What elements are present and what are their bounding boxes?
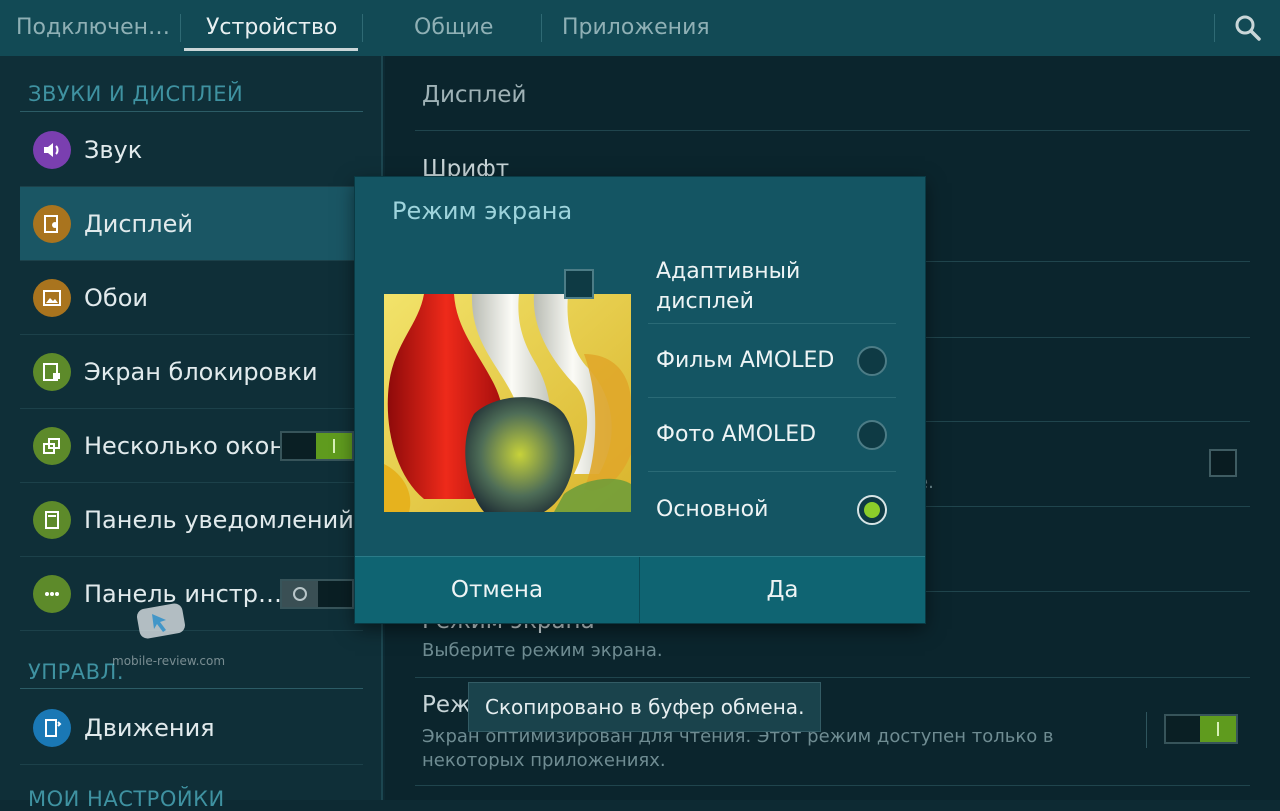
toggle-divider xyxy=(1146,712,1147,748)
row-divider xyxy=(415,785,1250,786)
section-header-sound-display: ЗВУКИ И ДИСПЛЕЙ xyxy=(28,82,244,106)
tab-general[interactable]: Общие xyxy=(414,0,493,56)
sidebar-item-label: Обои xyxy=(84,284,148,312)
option-label: дисплей xyxy=(656,289,754,314)
adaptive-display-checkbox[interactable] xyxy=(564,269,594,299)
row-divider xyxy=(415,677,1250,678)
toast-message: Скопировано в буфер обмена. xyxy=(468,682,822,732)
toolbox-toggle[interactable] xyxy=(280,579,354,609)
toggle-knob xyxy=(1200,716,1236,742)
option-label: Основной xyxy=(656,497,769,522)
section-header-my-settings: МОИ НАСТРОЙКИ xyxy=(28,787,225,811)
film-amoled-radio[interactable] xyxy=(857,346,887,376)
content-header-display: Дисплей xyxy=(422,82,527,108)
sidebar-item-wallpaper[interactable]: Обои xyxy=(20,261,363,335)
tab-connections[interactable]: Подключен… xyxy=(16,0,170,56)
option-basic[interactable]: Основной xyxy=(648,473,896,547)
ok-button[interactable]: Да xyxy=(640,557,925,623)
sidebar-item-label: Экран блокировки xyxy=(84,358,318,386)
sidebar-item-display[interactable]: Дисплей xyxy=(20,187,363,261)
option-adaptive-display[interactable]: Адаптивный дисплей xyxy=(648,249,896,324)
top-tab-bar: Подключен… Устройство Общие Приложения xyxy=(0,0,1280,56)
basic-radio[interactable] xyxy=(857,495,887,525)
toggle-knob xyxy=(316,433,352,459)
notification-panel-icon xyxy=(33,501,71,539)
search-icon xyxy=(1235,15,1261,41)
reading-mode-subtitle-line2: некоторых приложениях. xyxy=(422,750,666,771)
sidebar-item-sound[interactable]: Звук xyxy=(20,113,363,187)
section-divider xyxy=(20,688,363,689)
setting-checkbox[interactable] xyxy=(1209,449,1237,477)
option-photo-amoled[interactable]: Фото AMOLED xyxy=(648,398,896,472)
settings-sidebar: ЗВУКИ И ДИСПЛЕЙ Звук Дисплей Обои Экран … xyxy=(0,56,383,811)
search-button[interactable] xyxy=(1232,12,1264,44)
sidebar-item-label: Звук xyxy=(84,136,143,164)
sidebar-item-notification-panel[interactable]: Панель уведомлений xyxy=(20,483,363,557)
sidebar-item-label: Панель уведомлений xyxy=(84,506,354,534)
section-divider xyxy=(20,111,363,112)
multi-window-toggle[interactable] xyxy=(280,431,354,461)
active-tab-indicator xyxy=(184,48,358,51)
row-divider xyxy=(415,130,1250,131)
tab-applications[interactable]: Приложения xyxy=(562,0,710,56)
display-icon xyxy=(33,205,71,243)
sidebar-item-multi-window[interactable]: Несколько окон xyxy=(20,409,363,483)
section-header-control: УПРАВЛ. xyxy=(28,660,124,684)
toolbox-icon xyxy=(33,575,71,613)
tab-divider xyxy=(541,14,542,42)
tab-divider xyxy=(180,14,181,42)
watermark-logo: mobile-review.com xyxy=(112,600,225,680)
watermark-text: mobile-review.com xyxy=(112,654,226,668)
dialog-title: Режим экрана xyxy=(392,197,573,225)
preview-image xyxy=(384,294,631,512)
option-label: Фото AMOLED xyxy=(656,422,817,447)
reading-mode-toggle[interactable] xyxy=(1164,714,1238,744)
option-film-amoled[interactable]: Фильм AMOLED xyxy=(648,324,896,398)
cancel-button[interactable]: Отмена xyxy=(355,557,639,623)
multi-window-icon xyxy=(33,427,71,465)
option-label: Фильм AMOLED xyxy=(656,348,835,373)
wallpaper-icon xyxy=(33,279,71,317)
motions-icon xyxy=(33,709,71,747)
screen-mode-subtitle: Выберите режим экрана. xyxy=(422,640,663,661)
lock-screen-icon xyxy=(33,353,71,391)
toggle-knob xyxy=(282,581,318,607)
sidebar-item-motions[interactable]: Движения xyxy=(20,691,363,765)
sidebar-item-lock-screen[interactable]: Экран блокировки xyxy=(20,335,363,409)
sidebar-item-label: Движения xyxy=(84,714,215,742)
tab-divider xyxy=(362,14,363,42)
tab-divider xyxy=(1214,14,1215,42)
screen-mode-dialog: Режим экрана Адаптивный дисплей Фильм AM… xyxy=(355,177,925,623)
sidebar-item-label: Дисплей xyxy=(84,210,193,238)
speaker-icon xyxy=(33,131,71,169)
photo-amoled-radio[interactable] xyxy=(857,420,887,450)
reading-mode-title[interactable]: Реж xyxy=(422,692,471,718)
option-label: Адаптивный xyxy=(656,259,801,284)
sidebar-item-label: Несколько окон xyxy=(84,432,286,460)
